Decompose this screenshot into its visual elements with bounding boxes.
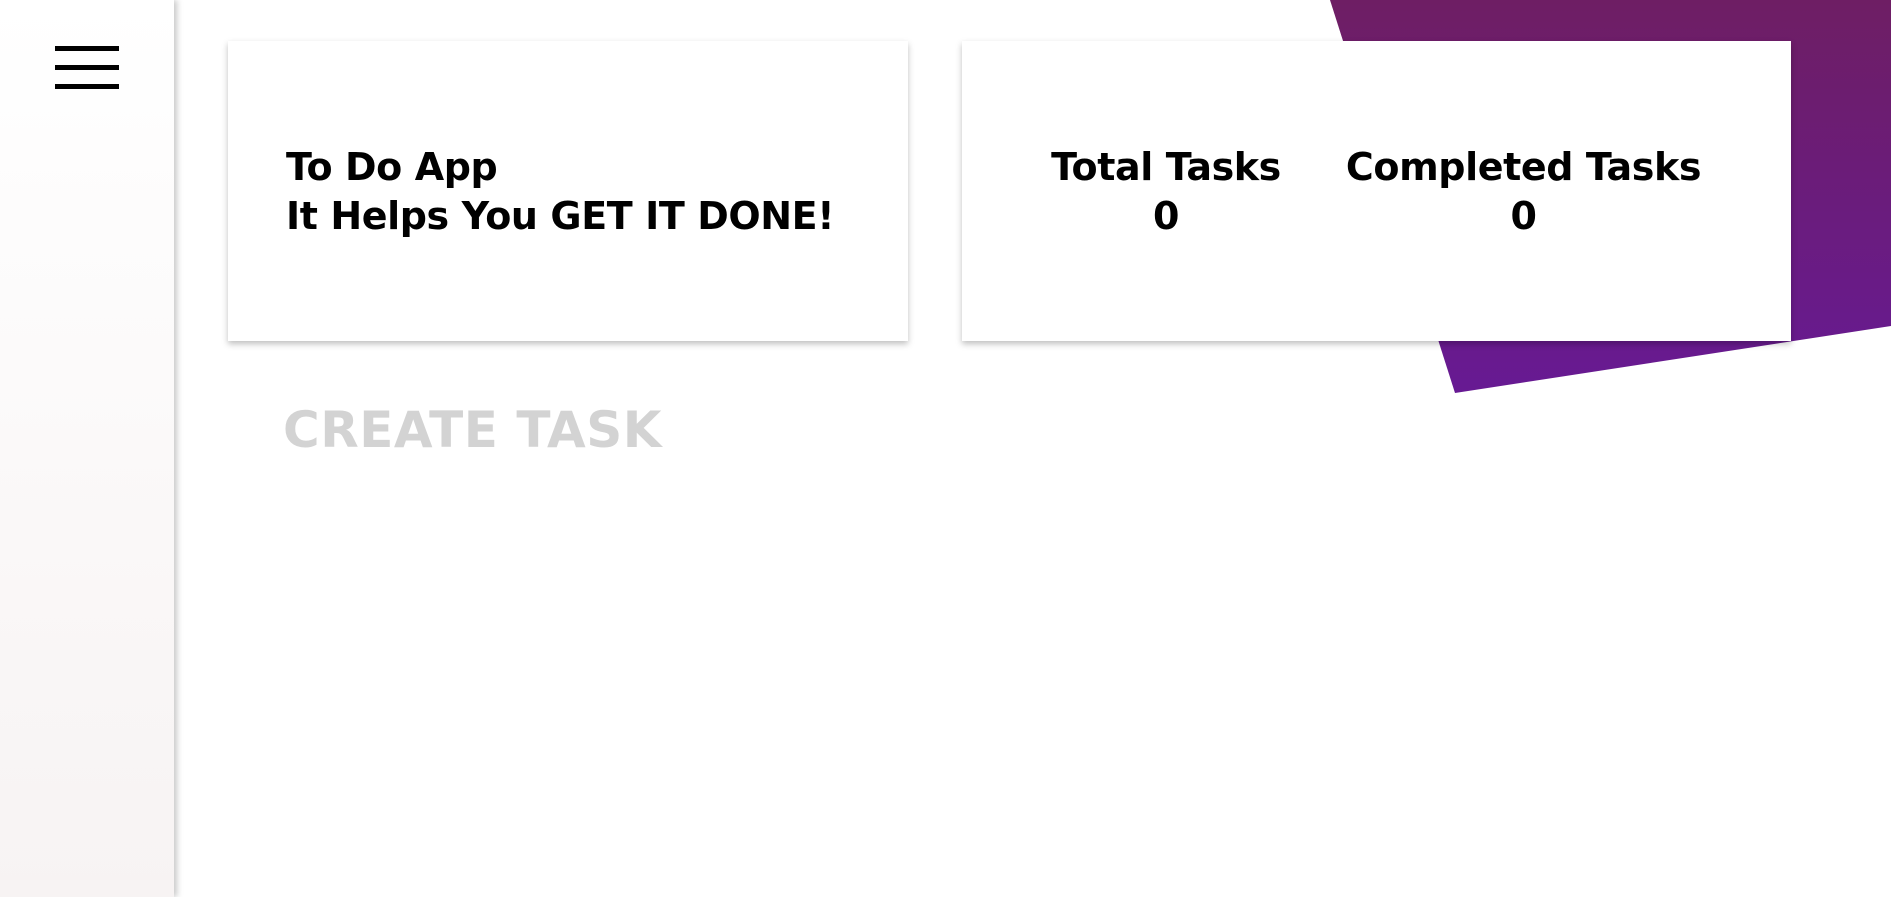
sidebar	[0, 0, 174, 897]
intro-text: To Do App It Helps You GET IT DONE!	[286, 143, 835, 241]
hamburger-menu-icon[interactable]	[55, 46, 119, 90]
total-tasks-label: Total Tasks	[1051, 145, 1281, 189]
app-tagline: It Helps You GET IT DONE!	[286, 194, 835, 238]
hamburger-bar	[55, 46, 119, 51]
hamburger-bar	[55, 84, 119, 89]
app-page: To Do App It Helps You GET IT DONE! Tota…	[0, 0, 1891, 897]
completed-tasks-label: Completed Tasks	[1345, 145, 1702, 189]
intro-card: To Do App It Helps You GET IT DONE!	[228, 41, 908, 341]
app-title: To Do App	[286, 145, 498, 189]
completed-tasks-stat: Completed Tasks 0	[1332, 143, 1715, 241]
completed-tasks-value: 0	[1510, 194, 1537, 238]
hamburger-bar	[55, 65, 119, 70]
total-tasks-value: 0	[1152, 194, 1180, 238]
total-tasks-stat: Total Tasks 0	[1038, 143, 1294, 241]
stats-card: Total Tasks 0 Completed Tasks 0	[962, 41, 1791, 341]
create-task-heading[interactable]: CREATE TASK	[283, 400, 662, 460]
